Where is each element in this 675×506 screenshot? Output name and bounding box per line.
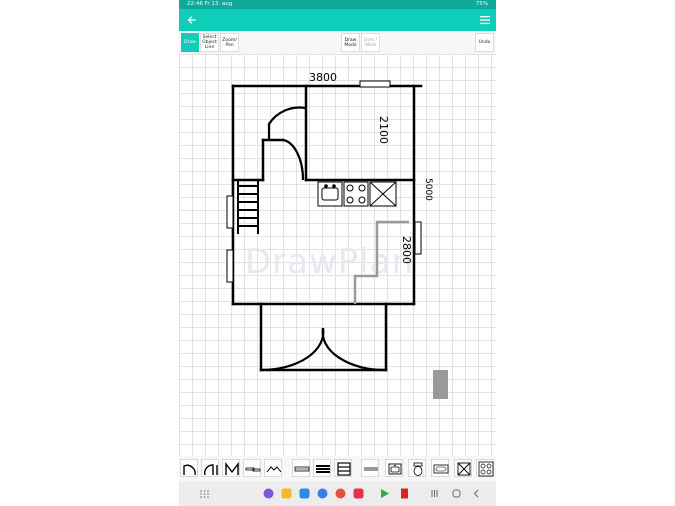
- bathtub-icon: [433, 464, 449, 474]
- box-cross-tool[interactable]: [454, 459, 472, 477]
- window-top: [359, 80, 391, 88]
- calendar-icon[interactable]: [299, 488, 310, 499]
- cooktop-icon: [478, 461, 494, 477]
- window-right: [414, 221, 422, 255]
- thick-wall-tool[interactable]: [313, 459, 331, 477]
- dimension-top: 3800: [309, 71, 337, 84]
- app-bar: [179, 9, 496, 31]
- battery-level: 75%: [475, 1, 488, 7]
- window-tool[interactable]: [292, 459, 310, 477]
- draw-button[interactable]: Draw: [181, 33, 199, 52]
- porch-door-right: [321, 327, 387, 372]
- stairs-tool[interactable]: [334, 459, 352, 477]
- pdf-icon[interactable]: [399, 488, 410, 499]
- grey-object: [433, 370, 448, 399]
- apps-grid-icon[interactable]: [199, 488, 210, 499]
- recent-apps-icon[interactable]: [429, 488, 440, 499]
- select-object-line-button[interactable]: Select Object Line: [200, 33, 219, 52]
- toilet-icon: [413, 462, 423, 476]
- dimension-right-total: 5000: [423, 178, 433, 201]
- double-door-tool[interactable]: [201, 459, 219, 477]
- porch-door-left: [260, 327, 325, 372]
- camera-icon[interactable]: [335, 488, 346, 499]
- dimension-right-lower: 2800: [400, 236, 413, 264]
- delete-walls-label: Dele / Walls: [363, 37, 378, 48]
- zoom-pan-button[interactable]: Zoom/ Pan: [220, 33, 239, 52]
- bathtub-tool[interactable]: [431, 459, 449, 477]
- floor-plan: [226, 80, 448, 399]
- sliding-door-icon: [245, 467, 261, 472]
- tablet-screen: 22:46 Fr 13. aug 75% Draw Select Object …: [179, 0, 496, 506]
- toilet-tool[interactable]: [408, 459, 426, 477]
- youtube-icon[interactable]: [353, 488, 364, 499]
- status-bar: 22:46 Fr 13. aug 75%: [179, 0, 496, 9]
- window-icon: [294, 466, 310, 472]
- stairs-icon: [337, 462, 351, 476]
- drawing-canvas[interactable]: DrawPlan 3800 2100 5000 2800: [179, 54, 496, 456]
- dimension-right-upper: 2100: [377, 116, 390, 144]
- zoom-label: Zoom/ Pan: [222, 37, 237, 48]
- sink-tool[interactable]: [385, 459, 403, 477]
- stairs: [237, 180, 259, 234]
- delete-walls-button[interactable]: Dele / Walls: [361, 33, 380, 52]
- double-door-icon: [204, 464, 218, 476]
- select-label: Select Object Line: [202, 35, 217, 50]
- system-navbar: [179, 482, 496, 506]
- arch-door-tool[interactable]: [222, 459, 240, 477]
- kitchen-counter: [317, 181, 397, 207]
- undo-button[interactable]: Undo: [475, 33, 494, 52]
- galaxy-icon[interactable]: [263, 488, 274, 499]
- play-store-icon[interactable]: [379, 488, 390, 499]
- draw-label: Draw: [184, 40, 196, 45]
- window-left-upper: [226, 195, 234, 229]
- arrow-left-icon: [187, 16, 196, 24]
- grey-wall-icon: [364, 467, 378, 471]
- sliding-door-tool[interactable]: [243, 459, 261, 477]
- menu-button[interactable]: [474, 9, 496, 31]
- window-left-lower: [226, 249, 234, 283]
- single-door-tool[interactable]: [180, 459, 198, 477]
- back-button[interactable]: [181, 9, 203, 31]
- cooktop-tool[interactable]: [476, 459, 494, 477]
- door-hall-arc: [282, 138, 305, 181]
- bay-window-tool[interactable]: [264, 459, 282, 477]
- status-time: 22:46 Fr 13. aug: [187, 1, 233, 7]
- grey-wall-tool[interactable]: [361, 459, 379, 477]
- arch-door-icon: [225, 461, 239, 475]
- single-door-icon: [183, 464, 196, 476]
- door-upper-arc: [267, 106, 306, 140]
- box-cross-icon: [457, 462, 471, 476]
- toolbar: Draw Select Object Line Zoom/ Pan Draw M…: [179, 31, 496, 55]
- home-icon[interactable]: [451, 488, 462, 499]
- hamburger-menu-icon: [480, 16, 490, 25]
- notes-icon[interactable]: [281, 488, 292, 499]
- undo-label: Undo: [478, 40, 491, 45]
- sink-icon: [388, 463, 402, 475]
- object-palette: [179, 456, 496, 481]
- draw-mode-label: Draw Mode: [344, 37, 357, 48]
- thick-wall-icon: [316, 465, 330, 473]
- bay-window-icon: [266, 466, 282, 473]
- back-icon[interactable]: [471, 488, 482, 499]
- draw-mode-button[interactable]: Draw Mode: [341, 33, 360, 52]
- messages-icon[interactable]: [317, 488, 328, 499]
